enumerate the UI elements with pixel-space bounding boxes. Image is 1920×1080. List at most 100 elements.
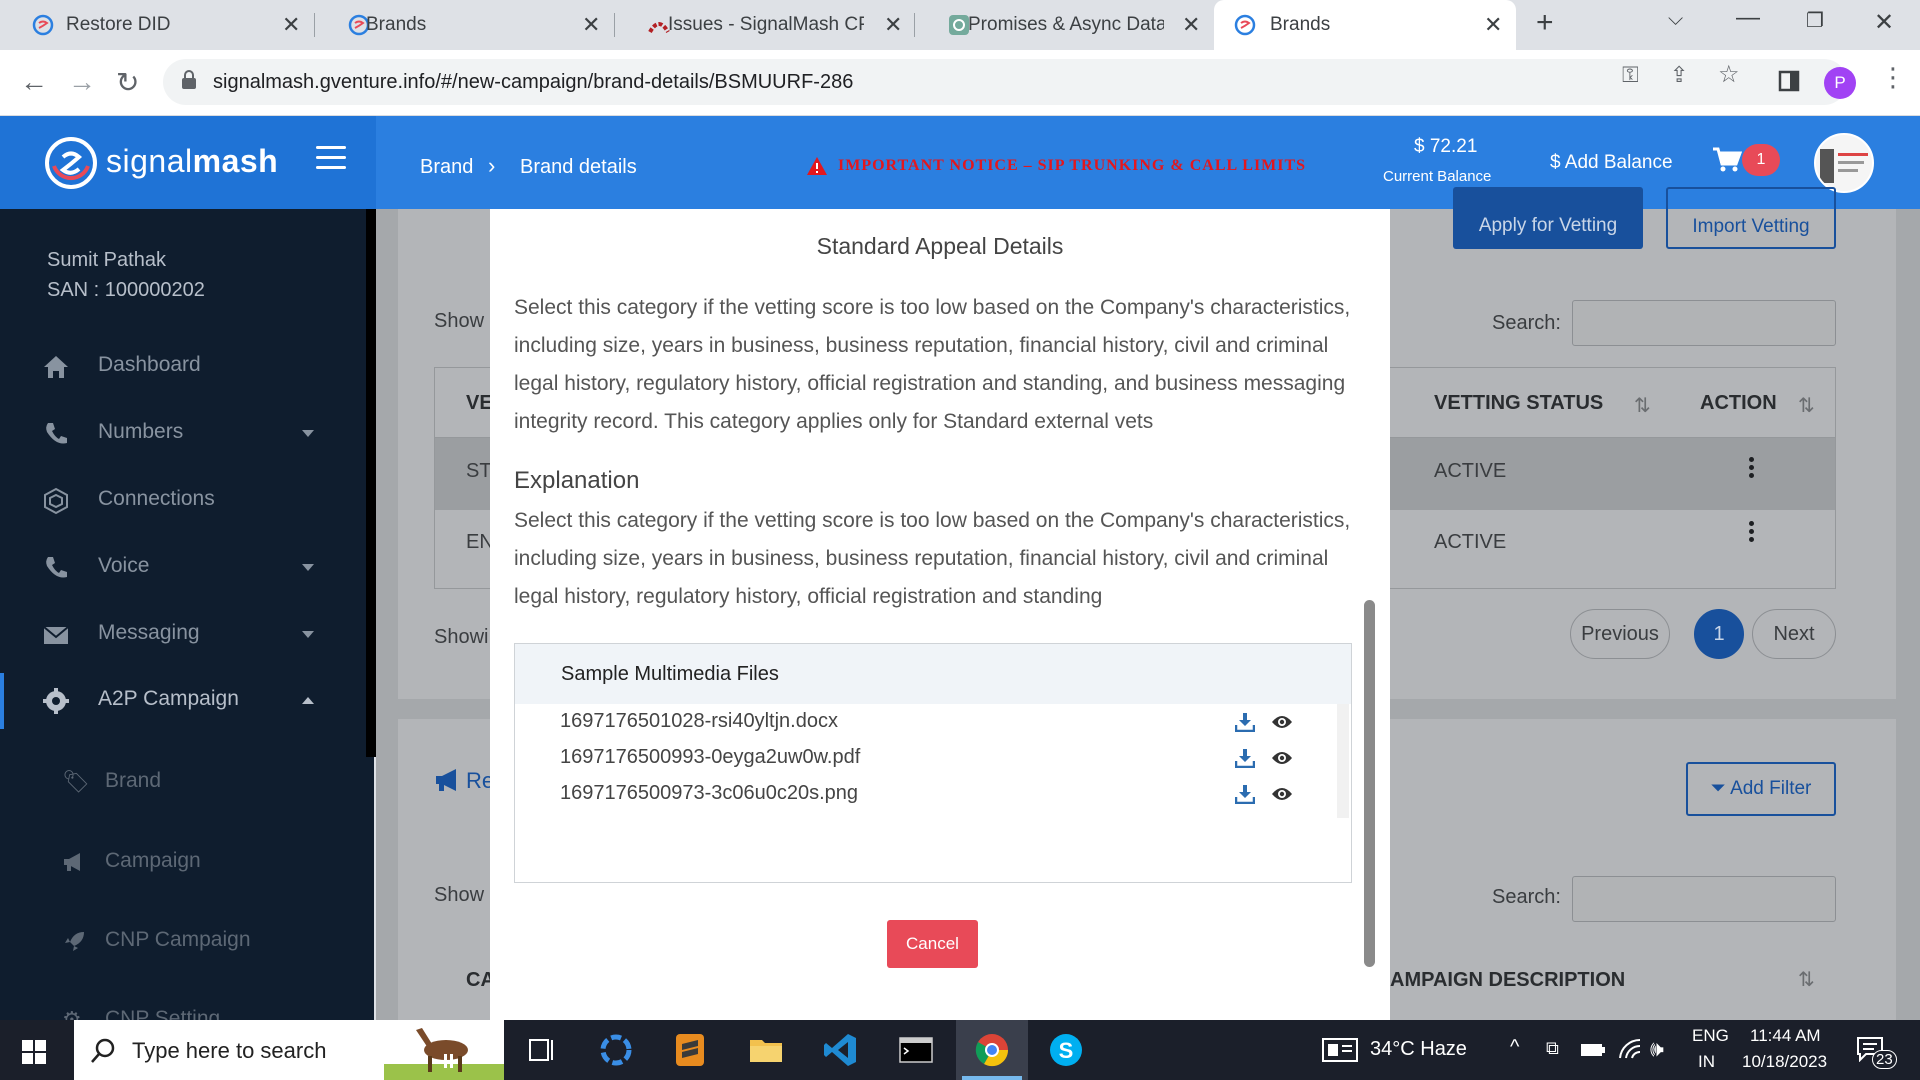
meet-now-icon[interactable]: ⧉ xyxy=(1546,1038,1559,1059)
taskbar-search[interactable]: Type here to search xyxy=(74,1020,504,1080)
sort-icon[interactable]: ⇅ xyxy=(1798,967,1815,992)
files-scrollbar[interactable] xyxy=(1337,704,1349,818)
add-balance-button[interactable]: $ Add Balance xyxy=(1550,152,1673,174)
share-icon[interactable]: ⇪ xyxy=(1670,62,1688,88)
close-window-icon[interactable]: ✕ xyxy=(1874,8,1894,37)
sidebar-item-messaging[interactable]: Messaging xyxy=(0,607,366,663)
network-icon xyxy=(44,487,68,515)
file-name: 1697176500993-0eyga2uw0w.pdf xyxy=(560,746,861,768)
view-eye-icon[interactable] xyxy=(1271,750,1293,766)
sort-icon[interactable]: ⇅ xyxy=(1798,393,1815,418)
file-explorer-icon[interactable] xyxy=(748,1032,784,1068)
search-input[interactable] xyxy=(1572,876,1836,922)
sidebar-subitem-cnp-campaign[interactable]: CNP Campaign xyxy=(0,916,366,966)
sidebar-subitem-brand[interactable]: 🏷 Brand xyxy=(0,757,366,807)
pagination-next[interactable]: Next xyxy=(1752,609,1836,659)
windows-start-icon[interactable] xyxy=(22,1040,46,1064)
key-icon[interactable]: ⚿ xyxy=(1622,62,1639,88)
logo-area[interactable]: signalmash xyxy=(0,116,376,209)
minimize-icon[interactable]: — xyxy=(1736,4,1760,32)
terminal-icon[interactable] xyxy=(898,1032,934,1068)
cart-icon[interactable] xyxy=(1712,146,1742,174)
import-vetting-button[interactable]: Import Vetting xyxy=(1666,187,1836,249)
battery-icon[interactable] xyxy=(1580,1042,1606,1058)
profile-avatar[interactable]: P xyxy=(1824,67,1856,99)
pagination-previous[interactable]: Previous xyxy=(1570,609,1670,659)
search-input[interactable] xyxy=(1572,300,1836,346)
column-header-campaign-description[interactable]: AMPAIGN DESCRIPTION xyxy=(1390,969,1625,992)
language-region[interactable]: IN xyxy=(1698,1052,1715,1072)
sidebar-item-connections[interactable]: Connections xyxy=(0,473,366,529)
clock-time[interactable]: 11:44 AM xyxy=(1750,1026,1821,1046)
view-eye-icon[interactable] xyxy=(1271,786,1293,802)
browser-tab-issues[interactable]: Issues - SignalMash CPA ✕ xyxy=(616,0,912,50)
close-tab-icon[interactable]: ✕ xyxy=(884,12,902,38)
reload-icon[interactable]: ↻ xyxy=(116,66,139,99)
sidebar-item-a2p-campaign[interactable]: A2P Campaign xyxy=(0,673,366,729)
user-avatar[interactable] xyxy=(1814,133,1874,193)
row-vetting-status: ACTIVE xyxy=(1434,460,1507,482)
add-filter-button[interactable]: ⏷ Add Filter xyxy=(1686,762,1836,816)
sublime-text-icon[interactable] xyxy=(672,1032,708,1068)
browser-menu-icon[interactable]: ⋮ xyxy=(1880,62,1906,93)
sidebar-subitem-cnp-setting[interactable]: ⚙ CNP Setting xyxy=(0,995,366,1020)
file-row: 1697176500993-0eyga2uw0w.pdf xyxy=(515,740,1335,776)
browser-tab-brands[interactable]: Brands ✕ xyxy=(316,0,612,50)
close-tab-icon[interactable]: ✕ xyxy=(282,12,300,38)
view-eye-icon[interactable] xyxy=(1271,714,1293,730)
sidebar-item-numbers[interactable]: Numbers xyxy=(0,406,366,462)
row-actions-icon[interactable] xyxy=(1749,457,1755,481)
pagination-page-1[interactable]: 1 xyxy=(1694,609,1744,659)
column-header-action[interactable]: ACTION xyxy=(1700,392,1777,415)
menu-toggle-icon[interactable] xyxy=(316,146,346,170)
browser-tab-brands-active[interactable]: Brands ✕ xyxy=(1214,0,1516,50)
logo-text: signalmash xyxy=(106,143,279,179)
tab-search-chevron-icon[interactable]: ⌵ xyxy=(1668,8,1683,31)
sidebar-item-voice[interactable]: Voice xyxy=(0,540,366,596)
breadcrumb-brand[interactable]: Brand xyxy=(420,156,473,179)
close-tab-icon[interactable]: ✕ xyxy=(582,12,600,38)
sidebar-item-dashboard[interactable]: Dashboard xyxy=(0,339,366,395)
show-entries-label: Show xyxy=(434,884,485,906)
bookmark-star-icon[interactable]: ☆ xyxy=(1718,60,1740,89)
row-actions-icon[interactable] xyxy=(1749,521,1755,545)
chrome-icon[interactable] xyxy=(974,1032,1010,1068)
close-tab-icon[interactable]: ✕ xyxy=(1182,12,1200,38)
sort-icon[interactable]: ⇅ xyxy=(1634,393,1651,418)
download-icon[interactable] xyxy=(1235,748,1255,768)
vscode-icon[interactable] xyxy=(822,1032,858,1068)
app-icon[interactable] xyxy=(598,1032,634,1068)
task-view-icon[interactable] xyxy=(524,1032,560,1068)
chevron-down-icon xyxy=(302,430,314,437)
gear-icon xyxy=(43,688,69,714)
forward-arrow-icon[interactable]: → xyxy=(68,66,96,98)
important-notice-link[interactable]: IMPORTANT NOTICE – SIP TRUNKING & CALL L… xyxy=(806,156,1306,176)
signalmash-favicon-icon xyxy=(1234,14,1256,36)
side-panel-icon[interactable] xyxy=(1778,70,1800,92)
browser-tab-promises[interactable]: Promises & Async Data H ✕ xyxy=(916,0,1212,50)
browser-tab-restore-did[interactable]: Restore DID ✕ xyxy=(0,0,310,50)
column-header-vetting[interactable]: VE xyxy=(466,392,493,415)
restore-window-icon[interactable]: ❐ xyxy=(1806,8,1824,33)
news-widget-icon[interactable] xyxy=(1322,1038,1358,1062)
weather-text[interactable]: 34°C Haze xyxy=(1370,1038,1467,1061)
column-header-vetting-status[interactable]: VETTING STATUS xyxy=(1434,392,1603,415)
lock-icon xyxy=(182,70,196,89)
clock-date[interactable]: 10/18/2023 xyxy=(1742,1052,1827,1072)
wifi-icon[interactable] xyxy=(1618,1038,1642,1060)
download-icon[interactable] xyxy=(1235,784,1255,804)
address-bar[interactable]: signalmash.gventure.info/#/new-campaign/… xyxy=(163,59,1847,105)
new-tab-icon[interactable]: + xyxy=(1536,6,1554,40)
apply-for-vetting-button[interactable]: Apply for Vetting xyxy=(1453,187,1643,249)
chevron-up-icon[interactable]: ^ xyxy=(1510,1036,1519,1059)
sidebar-subitem-campaign[interactable]: Campaign xyxy=(0,837,366,887)
megaphone-icon xyxy=(436,769,456,791)
language-code[interactable]: ENG xyxy=(1692,1026,1729,1046)
skype-icon[interactable]: S xyxy=(1048,1032,1084,1068)
back-arrow-icon[interactable]: ← xyxy=(20,66,48,98)
volume-icon[interactable]: 🕪 xyxy=(1650,1036,1664,1062)
download-icon[interactable] xyxy=(1235,712,1255,732)
cancel-button[interactable]: Cancel xyxy=(887,920,978,968)
close-tab-icon[interactable]: ✕ xyxy=(1484,12,1502,38)
modal-scrollbar-thumb[interactable] xyxy=(1364,600,1375,967)
